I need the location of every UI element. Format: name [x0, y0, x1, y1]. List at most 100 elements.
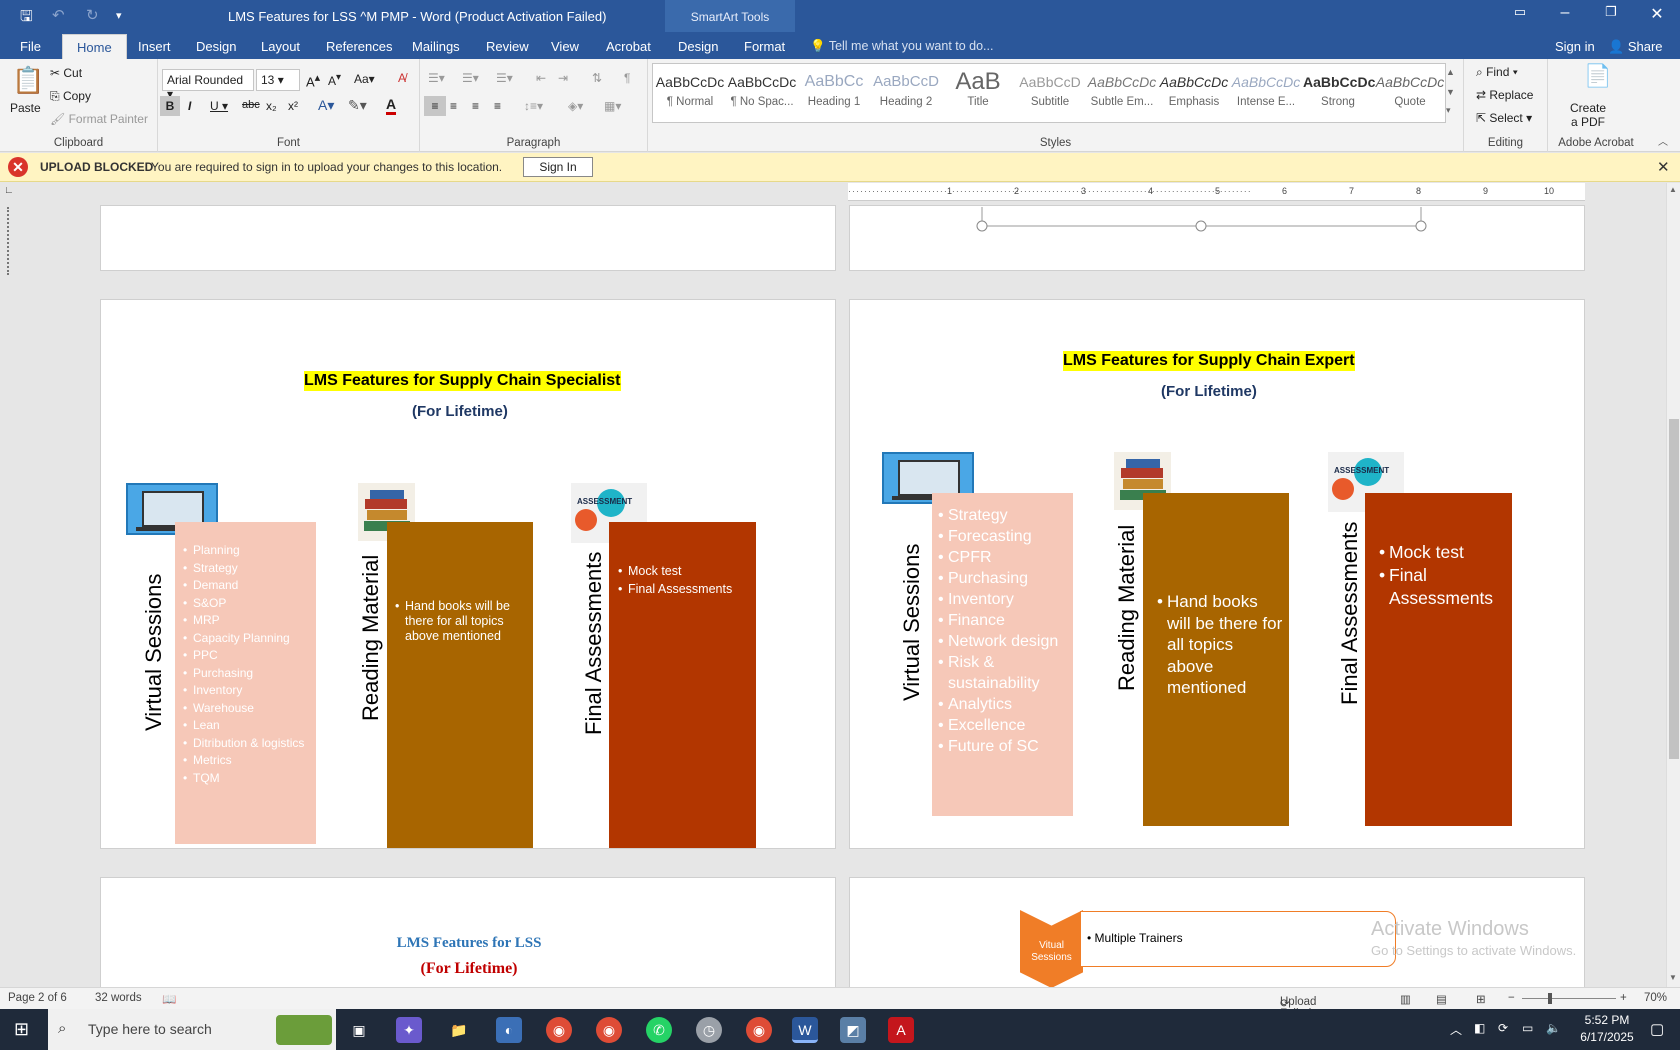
format-painter-button[interactable]: 🖌 Format Painter: [50, 112, 148, 126]
smartart-connector-line[interactable]: [850, 206, 1585, 246]
minimize-icon[interactable]: –: [1550, 4, 1580, 22]
page-lss[interactable]: LMS Features for LSS (For Lifetime): [100, 877, 836, 987]
paste-button[interactable]: Paste: [10, 101, 41, 115]
grow-font-icon[interactable]: A▴: [306, 71, 320, 89]
tab-selector-icon[interactable]: ∟: [4, 185, 14, 196]
font-color-icon[interactable]: A: [386, 96, 397, 115]
vertical-scrollbar[interactable]: ▲ ▼: [1666, 183, 1680, 987]
acrobat-icon[interactable]: A: [888, 1017, 914, 1043]
strikethrough-icon[interactable]: abc: [242, 99, 260, 111]
justify-icon[interactable]: ≡: [494, 99, 501, 113]
expert-final-box[interactable]: Mock testFinal Assessments: [1365, 493, 1512, 826]
clock-app-icon[interactable]: ◷: [696, 1017, 722, 1043]
style-heading-2[interactable]: AaBbCcD Heading 2: [871, 68, 941, 108]
bullets-icon[interactable]: ☰▾: [428, 71, 445, 85]
tab-view[interactable]: View: [551, 39, 579, 54]
style-intense-emphasis[interactable]: AaBbCcDc Intense E...: [1231, 68, 1301, 108]
expert-reading-box[interactable]: Hand books will be there for all topics …: [1143, 493, 1289, 826]
task-view-icon[interactable]: ▣: [346, 1017, 372, 1043]
read-mode-icon[interactable]: ▥: [1400, 992, 1411, 1006]
select-button[interactable]: ⇱ Select ▾: [1476, 111, 1532, 125]
style-heading-1[interactable]: AaBbCc Heading 1: [799, 68, 869, 108]
increase-indent-icon[interactable]: ⇥: [558, 71, 568, 85]
tab-references[interactable]: References: [326, 39, 392, 54]
align-right-icon[interactable]: ≡: [472, 99, 479, 113]
windows-start-icon[interactable]: ⊞: [14, 1019, 29, 1040]
font-size-select[interactable]: 13 ▾: [256, 69, 300, 91]
style-subtitle[interactable]: AaBbCcD Subtitle: [1015, 68, 1085, 108]
close-message-icon[interactable]: ✕: [1657, 158, 1670, 176]
styles-scroll-up-icon[interactable]: ▲: [1446, 67, 1455, 77]
sync-icon[interactable]: ⟳: [1498, 1021, 1508, 1035]
app-icon[interactable]: ◐: [496, 1017, 522, 1043]
multilevel-list-icon[interactable]: ☰▾: [496, 71, 513, 85]
sign-in-button[interactable]: Sign In: [523, 157, 593, 177]
scroll-up-icon[interactable]: ▲: [1669, 185, 1677, 194]
tab-home[interactable]: Home: [62, 34, 127, 59]
style-normal[interactable]: AaBbCcDc ¶ Normal: [655, 68, 725, 108]
style-no-spacing[interactable]: AaBbCcDc ¶ No Spac...: [727, 68, 797, 108]
specialist-virtual-box[interactable]: PlanningStrategyDemandS&OPMRPCapacity Pl…: [175, 522, 316, 844]
align-left-icon[interactable]: ≡: [424, 96, 446, 116]
sign-in-link[interactable]: Sign in: [1555, 39, 1595, 54]
create-pdf-icon[interactable]: 📄: [1584, 63, 1611, 89]
zoom-slider[interactable]: [1522, 998, 1616, 999]
undo-icon[interactable]: ↶: [52, 6, 65, 24]
tab-review[interactable]: Review: [486, 39, 529, 54]
bold-icon[interactable]: B: [160, 96, 180, 116]
tab-file[interactable]: File: [20, 39, 41, 54]
word-icon[interactable]: W: [792, 1017, 818, 1043]
find-button[interactable]: ⌕ Find ▾: [1476, 65, 1518, 80]
align-center-icon[interactable]: ≡: [450, 99, 457, 113]
tab-insert[interactable]: Insert: [138, 39, 171, 54]
specialist-reading-box[interactable]: Hand books will be there for all topics …: [387, 522, 533, 848]
tray-chevron-icon[interactable]: ︿: [1450, 1021, 1462, 1038]
style-emphasis[interactable]: AaBbCcDc Emphasis: [1159, 68, 1229, 108]
whatsapp-icon[interactable]: ✆: [646, 1017, 672, 1043]
tab-design[interactable]: Design: [196, 39, 236, 54]
app-window-icon[interactable]: ◩: [840, 1017, 866, 1043]
tab-mailings[interactable]: Mailings: [412, 39, 460, 54]
zoom-level[interactable]: 70%: [1644, 992, 1667, 1004]
expert-virtual-box[interactable]: StrategyForecasting CPFRPurchasingInvent…: [932, 493, 1073, 816]
tell-me-search[interactable]: 💡 Tell me what you want to do...: [810, 39, 993, 54]
replace-button[interactable]: ⇄ Replace: [1476, 88, 1533, 102]
highlight-icon[interactable]: ✎▾: [348, 97, 367, 114]
chrome-icon[interactable]: ◉: [546, 1017, 572, 1043]
customize-qat-icon[interactable]: ▾: [116, 9, 122, 22]
web-layout-icon[interactable]: ⊞: [1476, 992, 1486, 1006]
tab-format[interactable]: Format: [744, 39, 785, 54]
volume-icon[interactable]: 🔈: [1546, 1021, 1561, 1035]
taskbar-time[interactable]: 5:52 PM: [1572, 1013, 1642, 1027]
document-area[interactable]: ∟ ······································…: [0, 183, 1666, 987]
chrome-profile-icon[interactable]: ◉: [596, 1017, 622, 1043]
decrease-indent-icon[interactable]: ⇤: [536, 71, 546, 85]
numbering-icon[interactable]: ☰▾: [462, 71, 479, 85]
restore-icon[interactable]: ❐: [1596, 4, 1626, 20]
paste-icon[interactable]: 📋: [12, 65, 44, 96]
specialist-final-box[interactable]: Mock testFinal Assessments: [609, 522, 756, 848]
network-icon[interactable]: ▭: [1522, 1021, 1533, 1035]
pmp-chevron[interactable]: Vitual Sessions: [1020, 910, 1083, 987]
font-family-select[interactable]: Arial Rounded ▾: [162, 69, 254, 101]
subscript-icon[interactable]: x₂: [266, 99, 277, 113]
notification-icon[interactable]: ▢: [1650, 1020, 1664, 1038]
create-pdf-button[interactable]: Create a PDF: [1570, 101, 1606, 129]
style-title[interactable]: AaB Title: [943, 68, 1013, 108]
style-strong[interactable]: AaBbCcDc Strong: [1303, 68, 1375, 108]
tab-acrobat[interactable]: Acrobat: [606, 39, 651, 54]
cut-button[interactable]: ✂ Cut: [50, 66, 82, 80]
ribbon-display-icon[interactable]: ▭: [1505, 4, 1535, 20]
show-marks-icon[interactable]: ¶: [624, 71, 630, 85]
share-button[interactable]: 👤 Share: [1608, 39, 1663, 55]
meet-icon[interactable]: ◧: [1474, 1021, 1485, 1035]
page-specialist[interactable]: LMS Features for Supply Chain Specialist…: [100, 299, 836, 849]
tab-layout[interactable]: Layout: [261, 39, 300, 54]
sort-icon[interactable]: ⇅: [592, 71, 602, 85]
proofing-icon[interactable]: 📖: [162, 992, 176, 1006]
copy-button[interactable]: ⎘ Copy: [50, 89, 91, 104]
page-count[interactable]: Page 2 of 6: [8, 992, 67, 1004]
clear-formatting-icon[interactable]: A̸: [398, 71, 406, 85]
taskbar-date[interactable]: 6/17/2025: [1572, 1030, 1642, 1044]
line-spacing-icon[interactable]: ↕≡▾: [524, 99, 543, 113]
